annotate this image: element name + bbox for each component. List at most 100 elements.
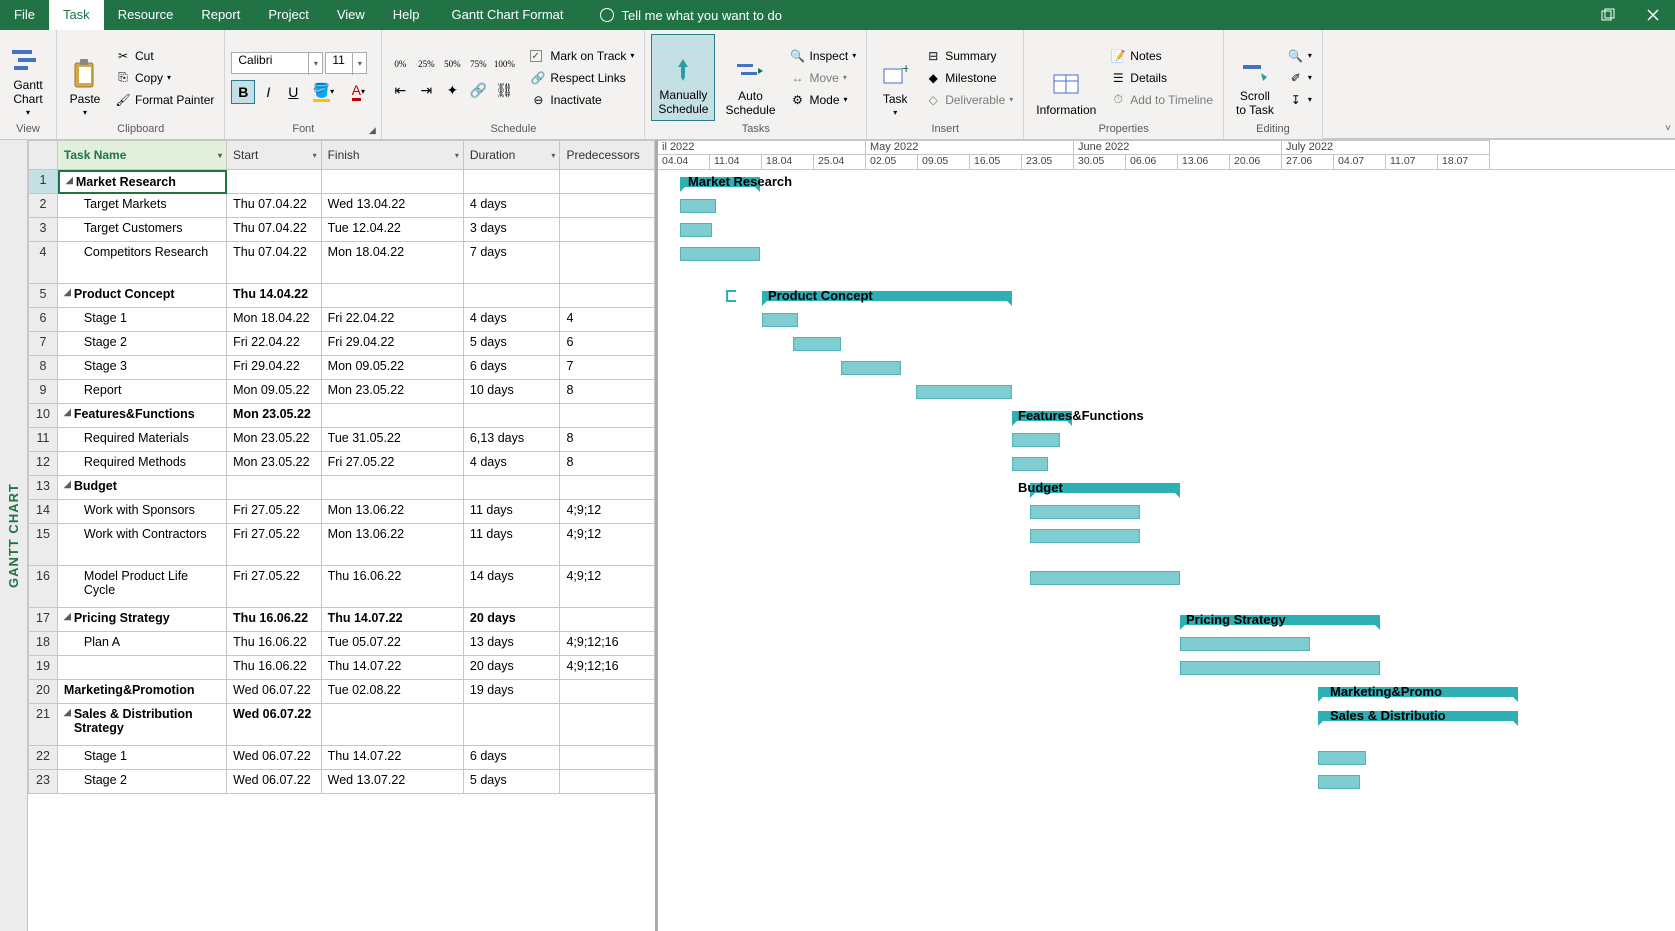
tab-help[interactable]: Help bbox=[379, 0, 434, 30]
cell-start[interactable]: Mon 23.05.22 bbox=[227, 404, 322, 428]
cell-finish[interactable]: Thu 14.07.22 bbox=[322, 656, 464, 680]
inspect-button[interactable]: 🔍Inspect ▾ bbox=[786, 45, 861, 67]
row-number[interactable]: 1 bbox=[28, 170, 58, 194]
row-number[interactable]: 19 bbox=[28, 656, 58, 680]
cell-start[interactable]: Fri 29.04.22 bbox=[227, 356, 322, 380]
table-row[interactable]: 9ReportMon 09.05.22Mon 23.05.2210 days8 bbox=[28, 380, 655, 404]
outdent-button[interactable]: ⇤ bbox=[388, 80, 412, 104]
row-number[interactable]: 21 bbox=[28, 704, 58, 746]
cell-finish[interactable]: Mon 13.06.22 bbox=[322, 500, 464, 524]
cell-predecessors[interactable] bbox=[560, 770, 655, 794]
cell-start[interactable]: Fri 27.05.22 bbox=[227, 500, 322, 524]
manually-schedule-button[interactable]: Manually Schedule bbox=[651, 34, 715, 121]
cell-predecessors[interactable]: 8 bbox=[560, 380, 655, 404]
cell-start[interactable]: Mon 23.05.22 bbox=[227, 452, 322, 476]
cell-task-name[interactable]: ◢Pricing Strategy bbox=[58, 608, 227, 632]
table-row[interactable]: 16Model Product Life CycleFri 27.05.22Th… bbox=[28, 566, 655, 608]
cell-task-name[interactable] bbox=[58, 656, 227, 680]
cell-predecessors[interactable] bbox=[560, 404, 655, 428]
cell-predecessors[interactable] bbox=[560, 608, 655, 632]
cell-predecessors[interactable] bbox=[560, 746, 655, 770]
cell-finish[interactable] bbox=[322, 704, 464, 746]
cell-predecessors[interactable]: 4;9;12 bbox=[560, 566, 655, 608]
cell-predecessors[interactable] bbox=[560, 242, 655, 284]
table-row[interactable]: 22Stage 1Wed 06.07.22Thu 14.07.226 days bbox=[28, 746, 655, 770]
cell-duration[interactable]: 19 days bbox=[464, 680, 561, 704]
cell-predecessors[interactable]: 6 bbox=[560, 332, 655, 356]
table-row[interactable]: 8Stage 3Fri 29.04.22Mon 09.05.226 days7 bbox=[28, 356, 655, 380]
row-number[interactable]: 15 bbox=[28, 524, 58, 566]
cell-task-name[interactable]: Marketing&Promotion bbox=[58, 680, 227, 704]
font-name-select[interactable]: Calibri▾ bbox=[231, 52, 323, 74]
cell-start[interactable]: Thu 07.04.22 bbox=[227, 242, 322, 284]
tab-report[interactable]: Report bbox=[187, 0, 254, 30]
cell-start[interactable] bbox=[227, 170, 322, 194]
col-predecessors[interactable]: Predecessors bbox=[560, 140, 655, 170]
milestone-button[interactable]: ◆Milestone bbox=[921, 67, 1017, 89]
task-bar[interactable] bbox=[1318, 751, 1366, 765]
cell-task-name[interactable]: Stage 1 bbox=[58, 746, 227, 770]
task-bar[interactable] bbox=[1180, 637, 1310, 651]
table-row[interactable]: 11Required MaterialsMon 23.05.22Tue 31.0… bbox=[28, 428, 655, 452]
task-bar[interactable] bbox=[680, 223, 712, 237]
cell-predecessors[interactable]: 4 bbox=[560, 308, 655, 332]
cell-task-name[interactable]: ◢Product Concept bbox=[58, 284, 227, 308]
cell-duration[interactable]: 20 days bbox=[464, 608, 561, 632]
col-duration[interactable]: Duration▾ bbox=[464, 140, 561, 170]
cell-start[interactable]: Thu 16.06.22 bbox=[227, 656, 322, 680]
expand-toggle-icon[interactable]: ◢ bbox=[66, 175, 73, 186]
expand-toggle-icon[interactable]: ◢ bbox=[64, 479, 71, 490]
row-number[interactable]: 11 bbox=[28, 428, 58, 452]
cell-task-name[interactable]: ◢Features&Functions bbox=[58, 404, 227, 428]
task-bar[interactable] bbox=[762, 313, 798, 327]
row-number[interactable]: 5 bbox=[28, 284, 58, 308]
details-button[interactable]: ☰Details bbox=[1106, 67, 1217, 89]
summary-button[interactable]: ⊟Summary bbox=[921, 45, 1017, 67]
cell-task-name[interactable]: ◢Budget bbox=[58, 476, 227, 500]
row-number[interactable]: 16 bbox=[28, 566, 58, 608]
tab-view[interactable]: View bbox=[323, 0, 379, 30]
task-bar[interactable] bbox=[1180, 661, 1380, 675]
cell-duration[interactable] bbox=[464, 476, 561, 500]
side-tab[interactable]: GANTT CHART bbox=[0, 140, 28, 931]
cell-finish[interactable] bbox=[322, 284, 464, 308]
table-row[interactable]: 10◢Features&FunctionsMon 23.05.22 bbox=[28, 404, 655, 428]
cell-finish[interactable]: Fri 27.05.22 bbox=[322, 452, 464, 476]
font-dialog-launcher[interactable]: ◢ bbox=[365, 123, 379, 137]
cell-task-name[interactable]: ◢Sales & Distribution Strategy bbox=[58, 704, 227, 746]
table-row[interactable]: 1◢Market Research bbox=[28, 170, 655, 194]
cell-predecessors[interactable]: 4;9;12 bbox=[560, 500, 655, 524]
row-number[interactable]: 8 bbox=[28, 356, 58, 380]
row-number[interactable]: 4 bbox=[28, 242, 58, 284]
cell-start[interactable]: Fri 27.05.22 bbox=[227, 524, 322, 566]
cell-task-name[interactable]: Target Customers bbox=[58, 218, 227, 242]
table-row[interactable]: 15Work with ContractorsFri 27.05.22Mon 1… bbox=[28, 524, 655, 566]
col-start[interactable]: Start▾ bbox=[227, 140, 322, 170]
row-number[interactable]: 12 bbox=[28, 452, 58, 476]
paste-button[interactable]: Paste ▾ bbox=[63, 34, 107, 121]
tell-me-search[interactable]: Tell me what you want to do bbox=[600, 8, 1585, 23]
cell-predecessors[interactable]: 8 bbox=[560, 428, 655, 452]
cell-start[interactable]: Mon 09.05.22 bbox=[227, 380, 322, 404]
cell-predecessors[interactable]: 4;9;12;16 bbox=[560, 656, 655, 680]
task-bar[interactable] bbox=[1318, 775, 1360, 789]
cell-duration[interactable]: 4 days bbox=[464, 194, 561, 218]
task-bar[interactable] bbox=[916, 385, 1012, 399]
cell-predecessors[interactable] bbox=[560, 194, 655, 218]
col-finish[interactable]: Finish▾ bbox=[322, 140, 464, 170]
cell-start[interactable]: Thu 07.04.22 bbox=[227, 194, 322, 218]
cell-finish[interactable]: Wed 13.07.22 bbox=[322, 770, 464, 794]
row-number[interactable]: 17 bbox=[28, 608, 58, 632]
cell-task-name[interactable]: Required Methods bbox=[58, 452, 227, 476]
underline-button[interactable]: U bbox=[281, 80, 305, 104]
cell-finish[interactable]: Mon 23.05.22 bbox=[322, 380, 464, 404]
format-painter-button[interactable]: 🖌Format Painter bbox=[111, 89, 218, 111]
cell-predecessors[interactable] bbox=[560, 284, 655, 308]
cell-predecessors[interactable]: 4;9;12;16 bbox=[560, 632, 655, 656]
task-bar[interactable] bbox=[1030, 571, 1180, 585]
table-row[interactable]: 7Stage 2Fri 22.04.22Fri 29.04.225 days6 bbox=[28, 332, 655, 356]
cell-duration[interactable] bbox=[464, 170, 561, 194]
cell-start[interactable]: Thu 16.06.22 bbox=[227, 632, 322, 656]
cell-finish[interactable]: Fri 22.04.22 bbox=[322, 308, 464, 332]
row-number[interactable]: 23 bbox=[28, 770, 58, 794]
